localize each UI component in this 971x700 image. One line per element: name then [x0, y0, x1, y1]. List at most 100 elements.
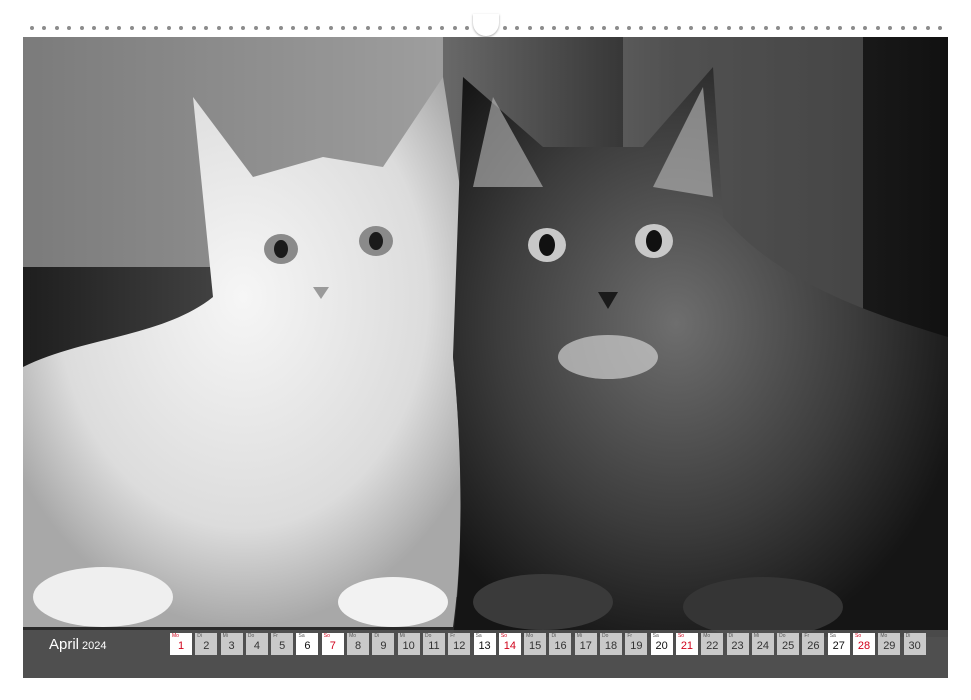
day-number: 6 — [304, 640, 311, 652]
day-number: 12 — [453, 640, 466, 652]
day-number: 20 — [655, 640, 668, 652]
binding-ring — [54, 26, 59, 30]
binding-ring — [589, 26, 594, 30]
day-number: 30 — [908, 640, 921, 652]
day-cell: Do 25 — [777, 633, 800, 655]
binding-ring — [79, 26, 84, 30]
day-cell: Mo 29 — [878, 633, 901, 655]
day-cell: Mo 22 — [701, 633, 724, 655]
binding-ring — [303, 26, 308, 30]
binding-ring — [564, 26, 569, 30]
year-label: 2024 — [82, 640, 107, 652]
binding-ring — [888, 26, 893, 30]
binding-ring — [266, 26, 271, 30]
binding-ring — [539, 26, 544, 30]
day-cell: Fr 12 — [448, 633, 471, 655]
binding-ring — [714, 26, 719, 30]
day-cell: Mi 24 — [751, 633, 774, 655]
day-number: 27 — [832, 640, 845, 652]
day-number: 26 — [807, 640, 820, 652]
day-number: 7 — [329, 640, 336, 652]
binding-ring — [701, 26, 706, 30]
day-number: 11 — [428, 640, 440, 652]
binding-ring — [813, 26, 818, 30]
day-cell: Sa 20 — [650, 633, 673, 655]
binding-ring — [502, 26, 507, 30]
binding-ring — [452, 26, 457, 30]
day-number: 19 — [630, 640, 643, 652]
binding-ring — [763, 26, 768, 30]
day-number: 10 — [402, 640, 415, 652]
binding-ring — [403, 26, 408, 30]
binding-ring — [552, 26, 557, 30]
binding-ring — [291, 26, 296, 30]
day-number: 15 — [529, 640, 542, 652]
day-number: 18 — [604, 640, 618, 652]
binding-ring — [801, 26, 806, 30]
binding-ring — [129, 26, 134, 30]
binding-ring — [117, 26, 122, 30]
binding-ring — [863, 26, 868, 30]
binding-ring — [154, 26, 159, 30]
binding-ring — [278, 26, 283, 30]
binding-ring — [937, 26, 942, 30]
binding-ring — [639, 26, 644, 30]
binding-ring — [676, 26, 681, 30]
binding-ring — [788, 26, 793, 30]
day-cell: Do 4 — [245, 633, 268, 655]
binding-ring — [515, 26, 520, 30]
binding-ring — [229, 26, 233, 30]
binding-ring — [141, 26, 146, 30]
binding-ring — [689, 26, 694, 30]
binding-ring — [838, 26, 843, 30]
binding-ring — [428, 26, 432, 30]
binding-ring — [104, 26, 109, 30]
binding-ring — [340, 26, 345, 30]
binding-ring — [328, 26, 333, 30]
day-number: 14 — [503, 640, 516, 652]
hanger-hole — [473, 14, 499, 36]
day-number: 24 — [756, 640, 769, 652]
binding-ring — [925, 26, 930, 30]
day-number: 29 — [883, 640, 896, 652]
binding-ring — [751, 26, 756, 30]
binding-ring — [365, 26, 370, 30]
day-cell: Di 2 — [195, 633, 218, 655]
binding-ring — [191, 26, 196, 30]
day-cell: Mo 15 — [524, 633, 547, 655]
binding-ring — [166, 26, 171, 30]
day-grid: Mo 1 Di 2 Mi 3 Do 4 Fr 5 Sa 6 So 7 Mo 8 Di 9 Mi 10 Do 11 Fr 12 S… — [170, 633, 926, 655]
day-cell: Fr 19 — [625, 633, 648, 655]
month-label: April 2024 — [49, 635, 107, 656]
day-number: 3 — [228, 640, 235, 652]
binding-ring — [738, 26, 743, 30]
day-cell: So 21 — [675, 633, 698, 655]
binding-ring — [253, 26, 258, 30]
binding-ring — [353, 26, 358, 30]
day-number: 16 — [554, 640, 567, 652]
day-cell: Mi 3 — [220, 633, 243, 655]
binding-ring — [913, 26, 918, 30]
binding-ring — [42, 26, 47, 30]
day-number: 2 — [203, 640, 210, 652]
day-cell: Mo 1 — [170, 633, 192, 655]
binding-ring — [440, 26, 445, 30]
binding-ring — [415, 26, 420, 30]
day-number: 5 — [279, 640, 286, 652]
binding-ring — [614, 26, 619, 30]
day-cell: Do 11 — [422, 633, 445, 655]
day-cell: So 7 — [321, 633, 344, 655]
binding-ring — [179, 26, 184, 30]
day-number: 22 — [706, 640, 719, 652]
month-name: April — [49, 636, 80, 653]
binding-ring — [602, 26, 607, 30]
binding-ring — [378, 26, 383, 30]
binding-ring — [627, 26, 631, 30]
binding-ring — [216, 26, 221, 30]
day-number: 1 — [177, 640, 185, 652]
binding-ring — [826, 26, 830, 30]
binding-ring — [204, 26, 209, 30]
binding-ring — [316, 26, 321, 30]
calendar-photo — [23, 37, 948, 678]
binding-ring — [577, 26, 582, 30]
